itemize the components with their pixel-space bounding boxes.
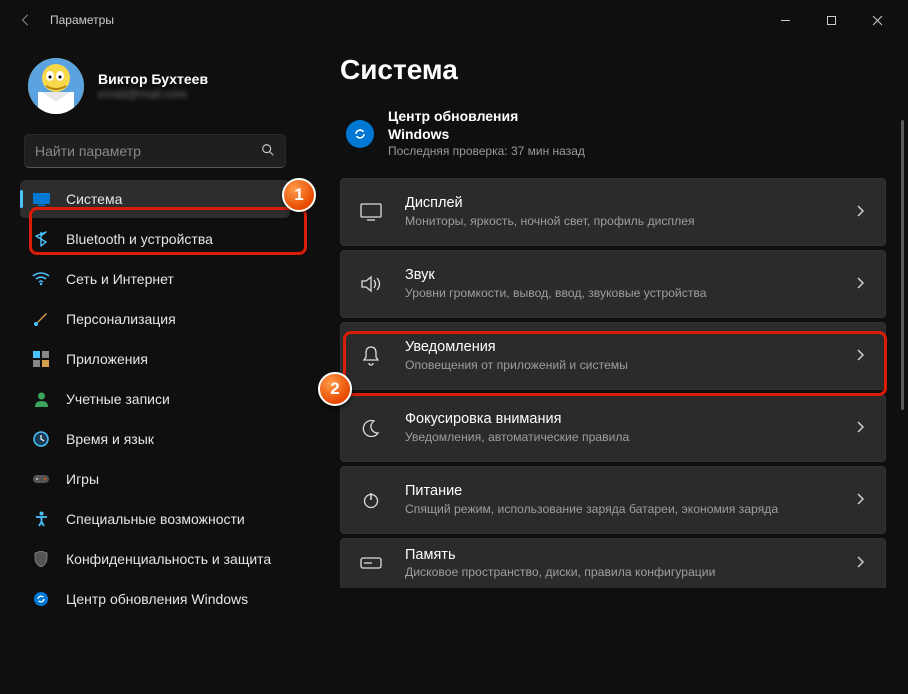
card-power[interactable]: Питание Спящий режим, использование заря… [340, 466, 886, 534]
sidebar-item-accounts[interactable]: Учетные записи [20, 380, 290, 418]
card-sound[interactable]: Звук Уровни громкости, вывод, ввод, звук… [340, 250, 886, 318]
update-title: Центр обновления Windows [388, 108, 568, 143]
sidebar-item-accessibility[interactable]: Специальные возможности [20, 500, 290, 538]
window-controls [762, 4, 900, 36]
card-title: Дисплей [405, 195, 835, 212]
system-icon [32, 190, 50, 208]
sidebar-item-system[interactable]: Система [20, 180, 290, 218]
update-icon [32, 590, 50, 608]
main-content: Система Центр обновления Windows Последн… [310, 40, 908, 694]
sidebar-item-label: Центр обновления Windows [66, 591, 248, 607]
sidebar-item-windows-update[interactable]: Центр обновления Windows [20, 580, 290, 618]
chevron-right-icon [857, 276, 865, 292]
chevron-right-icon [857, 492, 865, 508]
sidebar-item-label: Сеть и Интернет [66, 271, 174, 287]
sidebar-item-personalization[interactable]: Персонализация [20, 300, 290, 338]
gamepad-icon [32, 470, 50, 488]
chevron-right-icon [857, 204, 865, 220]
apps-icon [32, 350, 50, 368]
card-title: Питание [405, 483, 835, 500]
sidebar-item-label: Время и язык [66, 431, 154, 447]
card-subtitle: Спящий режим, использование заряда батар… [405, 502, 835, 516]
windows-update-status[interactable]: Центр обновления Windows Последняя прове… [340, 102, 886, 178]
sidebar-item-label: Приложения [66, 351, 148, 367]
bell-icon [359, 344, 383, 368]
display-icon [359, 200, 383, 224]
chevron-right-icon [857, 348, 865, 364]
sidebar-item-label: Персонализация [66, 311, 176, 327]
accessibility-icon [32, 510, 50, 528]
card-display[interactable]: Дисплей Мониторы, яркость, ночной свет, … [340, 178, 886, 246]
card-storage[interactable]: Память Дисковое пространство, диски, пра… [340, 538, 886, 588]
annotation-marker-1: 1 [282, 178, 316, 212]
card-subtitle: Оповещения от приложений и системы [405, 358, 835, 372]
card-subtitle: Мониторы, яркость, ночной свет, профиль … [405, 214, 835, 228]
update-subtitle: Последняя проверка: 37 мин назад [388, 144, 585, 160]
update-status-icon [346, 120, 374, 148]
user-name: Виктор Бухтеев [98, 71, 208, 87]
sidebar-item-label: Специальные возможности [66, 511, 245, 527]
card-title: Уведомления [405, 339, 835, 356]
chevron-right-icon [857, 420, 865, 436]
card-title: Звук [405, 267, 835, 284]
card-subtitle: Уведомления, автоматические правила [405, 430, 835, 444]
card-title: Память [405, 547, 835, 564]
sidebar-item-network[interactable]: Сеть и Интернет [20, 260, 290, 298]
sidebar-item-privacy[interactable]: Конфиденциальность и защита [20, 540, 290, 578]
brush-icon [32, 310, 50, 328]
bluetooth-icon [32, 230, 50, 248]
card-title: Фокусировка внимания [405, 411, 835, 428]
sidebar: Виктор Бухтеев email@mail.com Система Bl… [0, 40, 310, 694]
shield-icon [32, 550, 50, 568]
sidebar-item-label: Bluetooth и устройства [66, 231, 213, 247]
minimize-button[interactable] [762, 4, 808, 36]
sidebar-item-label: Система [66, 191, 122, 207]
sidebar-item-label: Конфиденциальность и защита [66, 551, 271, 567]
sidebar-item-gaming[interactable]: Игры [20, 460, 290, 498]
scrollbar[interactable] [901, 120, 904, 410]
card-notifications[interactable]: Уведомления Оповещения от приложений и с… [340, 322, 886, 390]
sidebar-item-time-language[interactable]: Время и язык [20, 420, 290, 458]
clock-icon [32, 430, 50, 448]
back-button[interactable] [8, 2, 44, 38]
search-field[interactable] [35, 143, 261, 159]
card-subtitle: Уровни громкости, вывод, ввод, звуковые … [405, 286, 835, 300]
page-title: Система [340, 54, 886, 86]
settings-cards: Дисплей Мониторы, яркость, ночной свет, … [340, 178, 886, 588]
sidebar-item-bluetooth[interactable]: Bluetooth и устройства [20, 220, 290, 258]
moon-icon [359, 416, 383, 440]
avatar [28, 58, 84, 114]
sidebar-item-apps[interactable]: Приложения [20, 340, 290, 378]
wifi-icon [32, 270, 50, 288]
sound-icon [359, 272, 383, 296]
power-icon [359, 488, 383, 512]
chevron-right-icon [857, 555, 865, 571]
app-title: Параметры [50, 13, 114, 27]
user-profile[interactable]: Виктор Бухтеев email@mail.com [18, 48, 292, 128]
annotation-marker-2: 2 [318, 372, 352, 406]
storage-icon [359, 551, 383, 575]
sidebar-item-label: Игры [66, 471, 99, 487]
titlebar: Параметры [0, 0, 908, 40]
close-button[interactable] [854, 4, 900, 36]
card-subtitle: Дисковое пространство, диски, правила ко… [405, 565, 835, 579]
person-icon [32, 390, 50, 408]
sidebar-nav: Система Bluetooth и устройства Сеть и Ин… [18, 180, 292, 618]
search-icon [261, 143, 275, 160]
search-input[interactable] [24, 134, 286, 168]
sidebar-item-label: Учетные записи [66, 391, 170, 407]
maximize-button[interactable] [808, 4, 854, 36]
card-focus-assist[interactable]: Фокусировка внимания Уведомления, автома… [340, 394, 886, 462]
user-email: email@mail.com [98, 87, 208, 101]
